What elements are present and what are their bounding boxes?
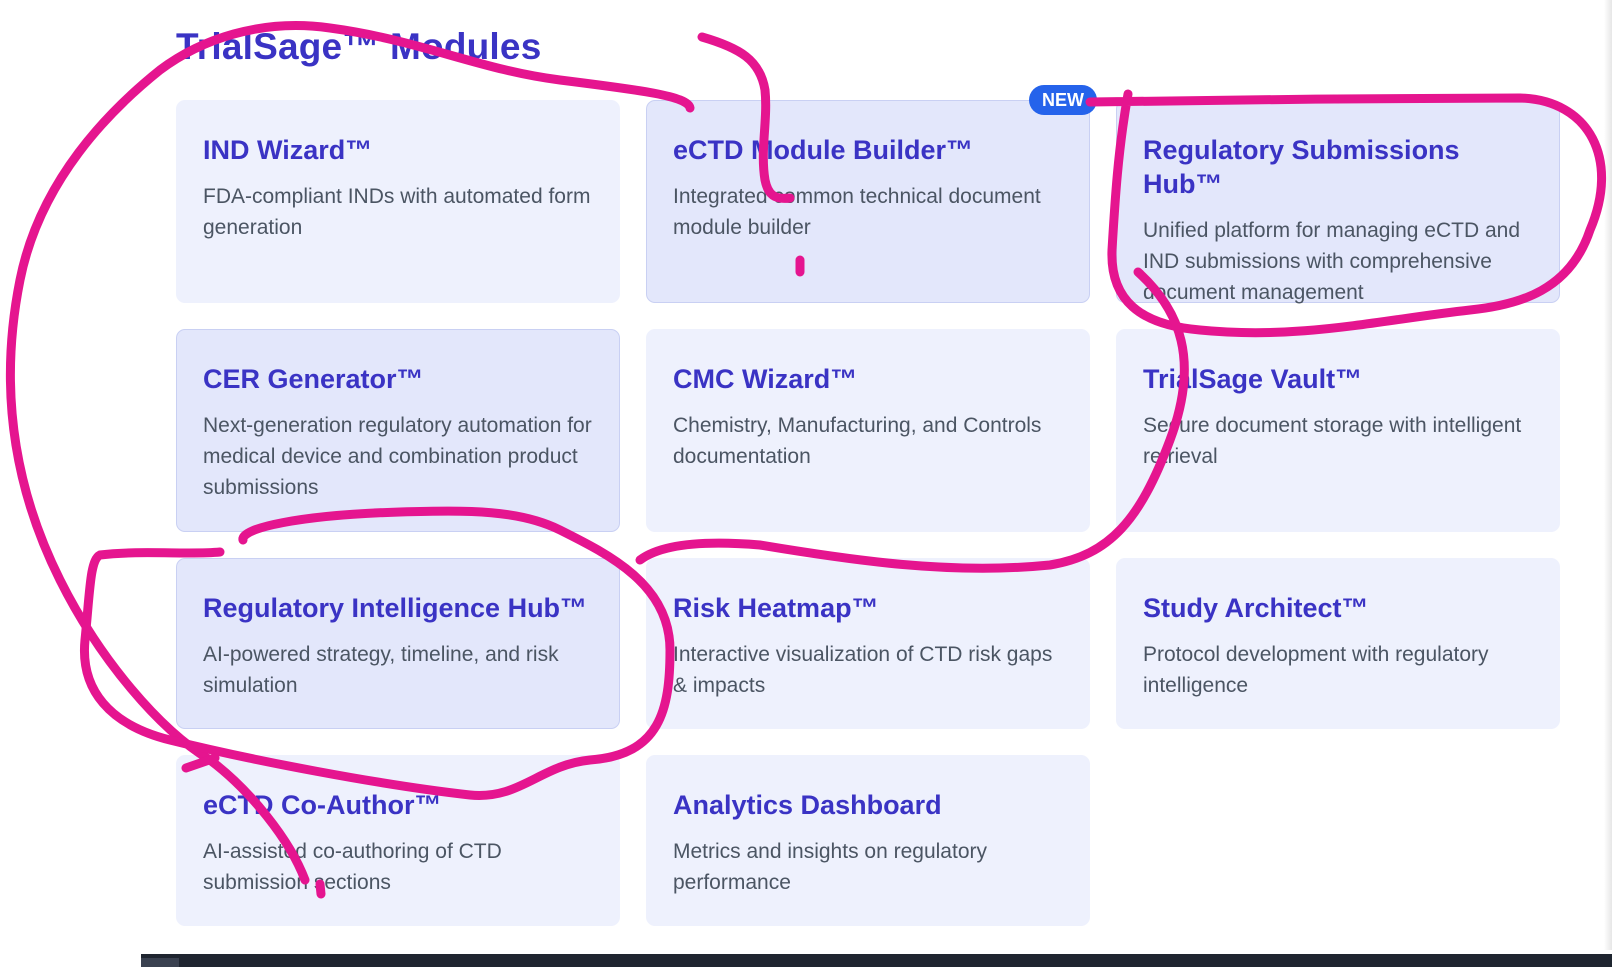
module-title: CER Generator™ (203, 364, 424, 394)
module-description: Protocol development with regulatory int… (1143, 643, 1489, 697)
module-description: FDA-compliant INDs with automated form g… (203, 185, 591, 239)
module-card-cer-generator[interactable]: CER Generator™ Next-generation regulator… (176, 329, 620, 532)
modules-grid: IND Wizard™ FDA-compliant INDs with auto… (176, 85, 1561, 926)
modules-page: TrialSage™ Modules IND Wizard™ FDA-compl… (0, 0, 1612, 967)
bottom-toolbar (141, 954, 1612, 967)
page-title: TrialSage™ Modules (176, 26, 542, 67)
module-title: eCTD Module Builder™ (673, 135, 974, 165)
module-title: CMC Wizard™ (673, 364, 858, 394)
module-title: Regulatory Submissions Hub™ (1143, 135, 1460, 199)
module-description: AI-powered strategy, timeline, and risk … (203, 643, 559, 697)
new-badge: NEW (1029, 85, 1097, 115)
module-title: Analytics Dashboard (673, 790, 942, 820)
module-title: Study Architect™ (1143, 593, 1369, 623)
module-description: Integrated common technical document mod… (673, 185, 1041, 239)
module-description: Metrics and insights on regulatory perfo… (673, 840, 987, 894)
module-card-regulatory-intelligence-hub[interactable]: Regulatory Intelligence Hub™ AI-powered … (176, 558, 620, 729)
module-card-risk-heatmap[interactable]: Risk Heatmap™ Interactive visualization … (646, 558, 1090, 729)
module-card-analytics-dashboard[interactable]: Analytics Dashboard Metrics and insights… (646, 755, 1090, 926)
module-description: Next-generation regulatory automation fo… (203, 414, 592, 499)
module-card-trialsage-vault[interactable]: TrialSage Vault™ Secure document storage… (1116, 329, 1560, 532)
module-description: Chemistry, Manufacturing, and Controls d… (673, 414, 1042, 468)
module-title: Risk Heatmap™ (673, 593, 879, 623)
module-title: Regulatory Intelligence Hub™ (203, 593, 588, 623)
module-title: IND Wizard™ (203, 135, 373, 165)
module-description: Unified platform for managing eCTD and I… (1143, 219, 1521, 304)
module-title: TrialSage Vault™ (1143, 364, 1363, 394)
module-description: Interactive visualization of CTD risk ga… (673, 643, 1053, 697)
bottom-toolbar-tab[interactable] (141, 958, 179, 967)
module-card-ectd-co-author[interactable]: eCTD Co-Author™ AI-assisted co-authoring… (176, 755, 620, 926)
module-description: AI-assisted co-authoring of CTD submissi… (203, 840, 502, 894)
module-card-cmc-wizard[interactable]: CMC Wizard™ Chemistry, Manufacturing, an… (646, 329, 1090, 532)
scrollbar-edge (1604, 0, 1612, 950)
module-card-ind-wizard[interactable]: IND Wizard™ FDA-compliant INDs with auto… (176, 100, 620, 303)
module-title: eCTD Co-Author™ (203, 790, 442, 820)
module-description: Secure document storage with intelligent… (1143, 414, 1522, 468)
module-card-regulatory-submissions-hub[interactable]: Regulatory Submissions Hub™ Unified plat… (1116, 100, 1560, 304)
module-card-ectd-module-builder[interactable]: NEW eCTD Module Builder™ Integrated comm… (646, 85, 1097, 303)
module-card-study-architect[interactable]: Study Architect™ Protocol development wi… (1116, 558, 1560, 729)
